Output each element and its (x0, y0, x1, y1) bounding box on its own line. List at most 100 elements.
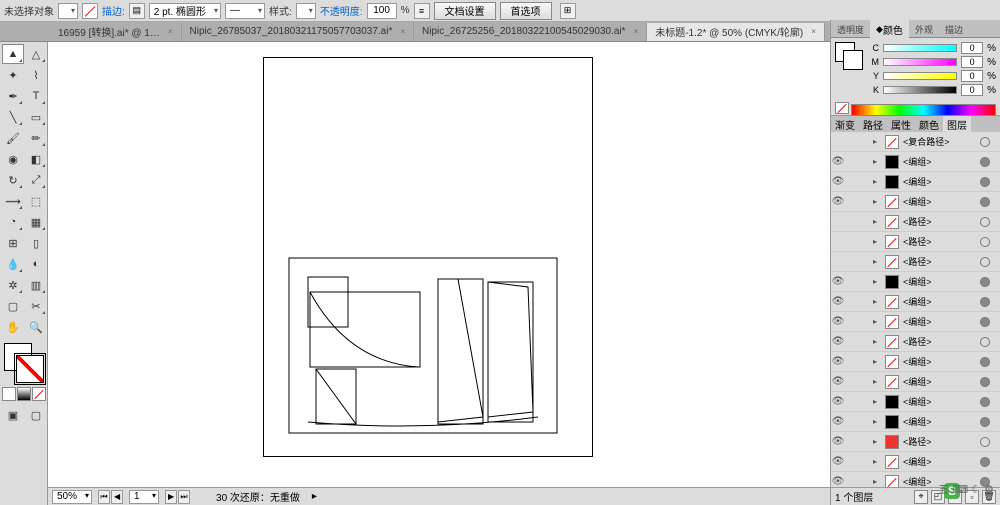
free-transform-tool[interactable]: ⬚ (25, 191, 47, 211)
visibility-icon[interactable]: 👁 (831, 455, 845, 469)
blob-brush-tool[interactable]: ◉ (2, 149, 24, 169)
yellow-slider[interactable] (883, 72, 957, 80)
gradient-tab[interactable]: 渐变 (831, 116, 859, 132)
layer-row[interactable]: 👁▸<编组> (831, 372, 1000, 392)
pencil-tool[interactable]: ✏ (25, 128, 47, 148)
swatches-tab[interactable]: 颜色 (915, 116, 943, 132)
expand-icon[interactable]: ▸ (873, 277, 883, 286)
target-icon[interactable] (980, 397, 990, 407)
color-mode-icon[interactable] (2, 387, 16, 401)
appearance-tab[interactable]: 外观 (909, 20, 939, 38)
expand-icon[interactable]: ▸ (312, 491, 317, 502)
eraser-tool[interactable]: ◧ (25, 149, 47, 169)
target-icon[interactable] (980, 357, 990, 367)
graph-tool[interactable]: ▥ (25, 275, 47, 295)
artboard-tool[interactable]: ▢ (2, 296, 24, 316)
visibility-icon[interactable]: 👁 (831, 335, 845, 349)
magenta-input[interactable] (961, 56, 983, 68)
expand-icon[interactable]: ▸ (873, 217, 883, 226)
target-icon[interactable] (980, 177, 990, 187)
visibility-icon[interactable] (831, 135, 845, 149)
properties-tab[interactable]: 属性 (887, 116, 915, 132)
page-dropdown[interactable]: 1 (129, 490, 159, 504)
target-icon[interactable] (980, 217, 990, 227)
visibility-icon[interactable]: 👁 (831, 295, 845, 309)
visibility-icon[interactable] (831, 235, 845, 249)
hand-tool[interactable]: ✋ (2, 317, 24, 337)
no-color-icon[interactable] (835, 102, 849, 114)
layer-row[interactable]: 👁▸<编组> (831, 352, 1000, 372)
line-tool[interactable]: ╲ (2, 107, 24, 127)
expand-icon[interactable]: ▸ (873, 357, 883, 366)
layer-row[interactable]: 👁▸<编组> (831, 172, 1000, 192)
gradient-tool[interactable]: ▯ (25, 233, 47, 253)
expand-icon[interactable]: ▸ (873, 457, 883, 466)
magenta-slider[interactable] (883, 58, 957, 66)
canvas[interactable] (48, 42, 830, 487)
prev-page-icon[interactable]: ◀ (111, 490, 123, 504)
cyan-slider[interactable] (883, 44, 957, 52)
tab-2[interactable]: Nipic_26725256_20180322100545029030.ai*× (414, 23, 647, 41)
stroke-align-icon[interactable]: ▤ (129, 3, 145, 19)
visibility-icon[interactable]: 👁 (831, 155, 845, 169)
first-page-icon[interactable]: ⏮ (98, 490, 110, 504)
visibility-icon[interactable]: 👁 (831, 355, 845, 369)
prefs-button[interactable]: 首选项 (500, 2, 552, 20)
eyedropper-tool[interactable]: 💧 (2, 254, 24, 274)
expand-icon[interactable]: ▸ (873, 477, 883, 486)
visibility-icon[interactable] (831, 215, 845, 229)
next-page-icon[interactable]: ▶ (165, 490, 177, 504)
target-icon[interactable] (980, 197, 990, 207)
expand-icon[interactable]: ▸ (873, 257, 883, 266)
doc-setup-button[interactable]: 文档设置 (434, 2, 496, 20)
zoom-tool[interactable]: 🔍 (25, 317, 47, 337)
layer-row[interactable]: ▸<复合路径> (831, 132, 1000, 152)
layer-list[interactable]: ▸<复合路径>👁▸<编组>👁▸<编组>👁▸<编组>▸<路径>▸<路径>▸<路径>… (831, 132, 1000, 487)
expand-icon[interactable]: ▸ (873, 197, 883, 206)
opacity-input[interactable] (367, 3, 397, 19)
visibility-icon[interactable]: 👁 (831, 395, 845, 409)
width-tool[interactable]: ⟿ (2, 191, 24, 211)
direct-selection-tool[interactable]: △ (25, 44, 47, 64)
black-input[interactable] (961, 84, 983, 96)
layer-row[interactable]: 👁▸<编组> (831, 312, 1000, 332)
layer-row[interactable]: 👁▸<编组> (831, 292, 1000, 312)
selection-tool[interactable]: ▲ (2, 44, 24, 64)
visibility-icon[interactable]: 👁 (831, 175, 845, 189)
target-icon[interactable] (980, 417, 990, 427)
gradient-mode-icon[interactable] (17, 387, 31, 401)
type-tool[interactable]: T (25, 86, 47, 106)
transparency-tab[interactable]: 透明度 (831, 20, 870, 38)
paintbrush-tool[interactable]: 🖌 (2, 128, 24, 148)
black-slider[interactable] (883, 86, 957, 94)
target-icon[interactable] (980, 277, 990, 287)
visibility-icon[interactable]: 👁 (831, 375, 845, 389)
shape-builder-tool[interactable]: ◔ (2, 212, 24, 232)
visibility-icon[interactable]: 👁 (831, 415, 845, 429)
expand-icon[interactable]: ▸ (873, 397, 883, 406)
layer-row[interactable]: ▸<路径> (831, 252, 1000, 272)
layer-row[interactable]: 👁▸<编组> (831, 392, 1000, 412)
target-icon[interactable] (980, 377, 990, 387)
layer-row[interactable]: 👁▸<路径> (831, 332, 1000, 352)
target-icon[interactable] (980, 137, 990, 147)
expand-icon[interactable]: ▸ (873, 437, 883, 446)
symbol-sprayer-tool[interactable]: ✲ (2, 275, 24, 295)
rotate-tool[interactable]: ↻ (2, 170, 24, 190)
no-fill-icon[interactable] (82, 3, 98, 19)
screen-mode-normal[interactable]: ▣ (2, 405, 24, 425)
layer-row[interactable]: ▸<路径> (831, 232, 1000, 252)
toggle-panel-icon[interactable]: ≡ (414, 3, 430, 19)
pen-tool[interactable]: ✒ (2, 86, 24, 106)
zoom-dropdown[interactable]: 50% (52, 490, 92, 504)
close-icon[interactable]: × (400, 27, 405, 36)
tab-3[interactable]: 未标题-1.2* @ 50% (CMYK/轮廓)× (647, 23, 825, 41)
visibility-icon[interactable]: 👁 (831, 475, 845, 488)
expand-icon[interactable]: ▸ (873, 297, 883, 306)
close-icon[interactable]: × (634, 27, 639, 36)
close-icon[interactable]: × (811, 27, 816, 36)
yellow-input[interactable] (961, 70, 983, 82)
visibility-icon[interactable]: 👁 (831, 435, 845, 449)
lasso-tool[interactable]: ⌇ (25, 65, 47, 85)
magic-wand-tool[interactable]: ✦ (2, 65, 24, 85)
